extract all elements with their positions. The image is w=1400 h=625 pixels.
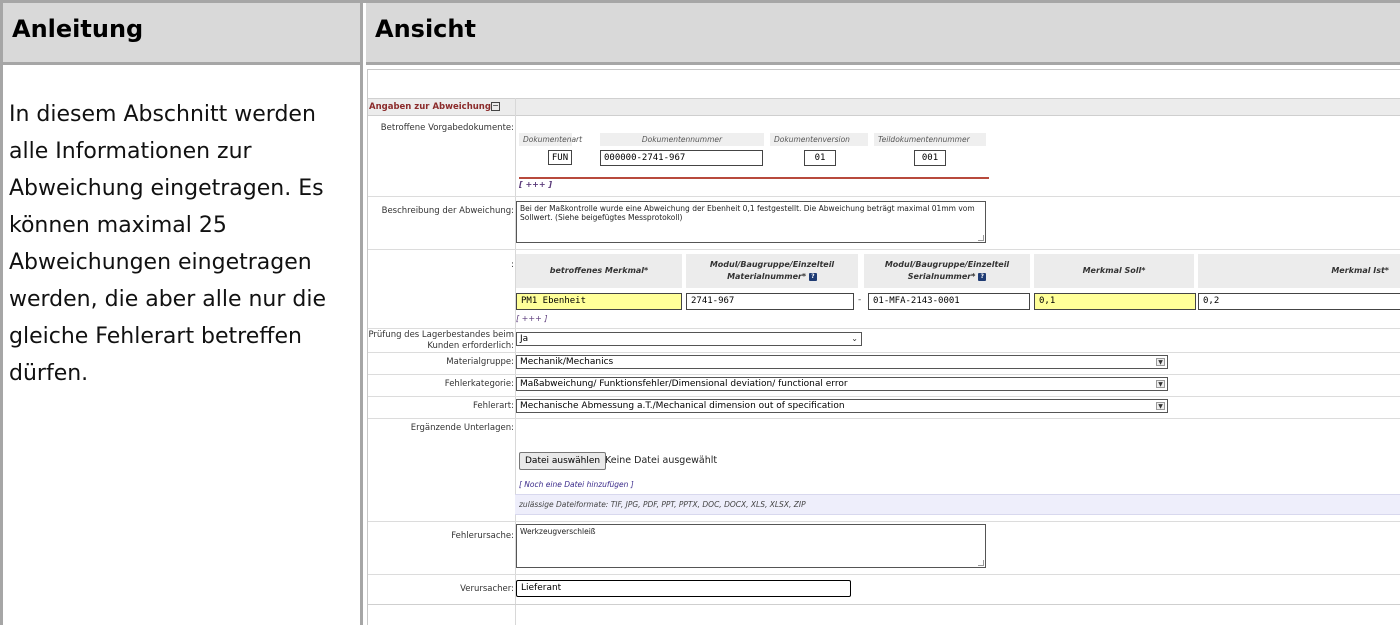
lager-value: Ja (520, 334, 529, 344)
row-divider (368, 249, 1400, 250)
doc-art-field[interactable]: FUN (548, 150, 572, 165)
merkmal-input[interactable]: PM1 Ebenheit (516, 293, 682, 310)
row-divider (368, 604, 1400, 605)
form-screenshot: Angaben zur Abweichung − Betroffene Vorg… (363, 65, 1400, 625)
chevron-down-icon: ⌄ (851, 334, 858, 343)
allowed-formats-note: zulässige Dateiformate: TIF, JPG, PDF, P… (515, 494, 1400, 515)
section-title: Angaben zur Abweichung (369, 102, 491, 112)
file-status: Keine Datei ausgewählt (605, 455, 718, 466)
th-materialnummer-line1: Modul/Baugruppe/Einzelteil (709, 260, 835, 269)
instruction-text: In diesem Abschnitt werden alle Informat… (9, 102, 327, 386)
row-divider (368, 574, 1400, 575)
label-lager-line2: Kunden erforderlich: (427, 341, 514, 351)
form-panel: Angaben zur Abweichung − Betroffene Vorg… (367, 69, 1400, 625)
add-file-link[interactable]: [ Noch eine Datei hinzufügen ] (519, 480, 634, 489)
help-icon[interactable]: ? (978, 272, 987, 281)
fehlerart-select[interactable]: Mechanische Abmessung a.T./Mechanical di… (516, 399, 1168, 413)
fehlerart-value: Mechanische Abmessung a.T./Mechanical di… (520, 401, 845, 411)
row-divider (368, 328, 1400, 329)
soll-input[interactable]: 0,1 (1034, 293, 1196, 310)
section-header: Angaben zur Abweichung − (368, 98, 1400, 116)
th-merkmal-label: betroffenes Merkmal* (549, 266, 649, 275)
label-fehlerkategorie: Fehlerkategorie: (444, 379, 514, 389)
label-beschreibung: Beschreibung der Abweichung: (381, 206, 514, 216)
th-materialnummer-line2: Materialnummer* (727, 272, 807, 281)
label-vorgabedokumente: Betroffene Vorgabedokumente: (380, 123, 514, 133)
fehlerkategorie-value: Maßabweichung/ Funktionsfehler/Dimension… (520, 379, 848, 389)
label-merkmale: : (511, 260, 514, 270)
th-ist: Merkmal Ist* (1198, 254, 1400, 288)
th-serialnummer-line2: Serialnummer* (907, 272, 976, 281)
column-header-view: Ansicht (366, 3, 1400, 65)
doc-col-art: Dokumentenart (519, 133, 582, 146)
doc-col-version: Dokumentenversion (770, 133, 868, 146)
column-title-instructions: Anleitung (12, 15, 144, 43)
label-verursacher: Verursacher: (460, 584, 514, 594)
column-header-instructions: Anleitung (3, 3, 363, 65)
dash-separator: - (858, 295, 862, 305)
th-soll-label: Merkmal Soll* (1082, 266, 1146, 275)
th-serialnummer: Modul/Baugruppe/Einzelteil Serialnummer*… (864, 254, 1030, 288)
fehlerursache-textarea[interactable]: Werkzeugverschleiß (516, 524, 986, 568)
verursacher-input[interactable]: Lieferant (516, 580, 851, 597)
doc-nummer-field[interactable]: 000000-2741-967 (600, 150, 763, 166)
choose-file-button[interactable]: Datei auswählen (519, 452, 607, 470)
lager-select[interactable]: Ja ⌄ (516, 332, 862, 346)
label-fehlerursache: Fehlerursache: (451, 531, 514, 541)
resize-handle-icon[interactable] (978, 235, 984, 241)
chevron-down-icon: ▼ (1156, 380, 1165, 388)
fehlerursache-text: Werkzeugverschleiß (520, 527, 596, 536)
ist-input[interactable]: 0,2 (1198, 293, 1400, 310)
chevron-down-icon: ▼ (1156, 402, 1165, 410)
document-row-separator (519, 177, 989, 179)
column-title-view: Ansicht (375, 15, 476, 43)
beschreibung-textarea[interactable]: Bei der Maßkontrolle wurde eine Abweichu… (516, 201, 986, 243)
beschreibung-text: Bei der Maßkontrolle wurde eine Abweichu… (520, 204, 975, 222)
materialnummer-input[interactable]: 2741-967 (686, 293, 854, 310)
row-divider (368, 196, 1400, 197)
th-serialnummer-line1: Modul/Baugruppe/Einzelteil (884, 260, 1010, 269)
add-merkmal-link[interactable]: [ +++ ] (516, 314, 547, 323)
serialnummer-input[interactable]: 01-MFA-2143-0001 (868, 293, 1030, 310)
label-lager-line1: Prüfung des Lagerbestandes beim (368, 330, 514, 340)
resize-handle-icon[interactable] (978, 560, 984, 566)
label-fehlerart: Fehlerart: (472, 401, 514, 411)
doc-teil-field[interactable]: 001 (914, 150, 946, 166)
row-divider (368, 521, 1400, 522)
th-soll: Merkmal Soll* (1034, 254, 1194, 288)
row-divider (368, 396, 1400, 397)
fehlerkategorie-select[interactable]: Maßabweichung/ Funktionsfehler/Dimension… (516, 377, 1168, 391)
doc-version-field[interactable]: 01 (804, 150, 836, 166)
doc-col-nummer: Dokumentennummer (600, 133, 764, 146)
label-unterlagen: Ergänzende Unterlagen: (410, 423, 514, 433)
help-icon[interactable]: ? (808, 272, 817, 281)
row-divider (368, 352, 1400, 353)
doc-col-teil: Teildokumentennummer (874, 133, 986, 146)
add-document-link[interactable]: [ +++ ] (519, 180, 552, 189)
materialgruppe-value: Mechanik/Mechanics (520, 357, 614, 367)
materialgruppe-select[interactable]: Mechanik/Mechanics ▼ (516, 355, 1168, 369)
th-materialnummer: Modul/Baugruppe/Einzelteil Materialnumme… (686, 254, 858, 288)
th-merkmal: betroffenes Merkmal* (516, 254, 682, 288)
th-ist-label: Merkmal Ist* (1331, 266, 1389, 275)
chevron-down-icon: ▼ (1156, 358, 1165, 366)
row-divider (368, 374, 1400, 375)
label-materialgruppe: Materialgruppe: (446, 357, 514, 367)
row-divider (368, 418, 1400, 419)
collapse-icon[interactable]: − (491, 102, 500, 111)
